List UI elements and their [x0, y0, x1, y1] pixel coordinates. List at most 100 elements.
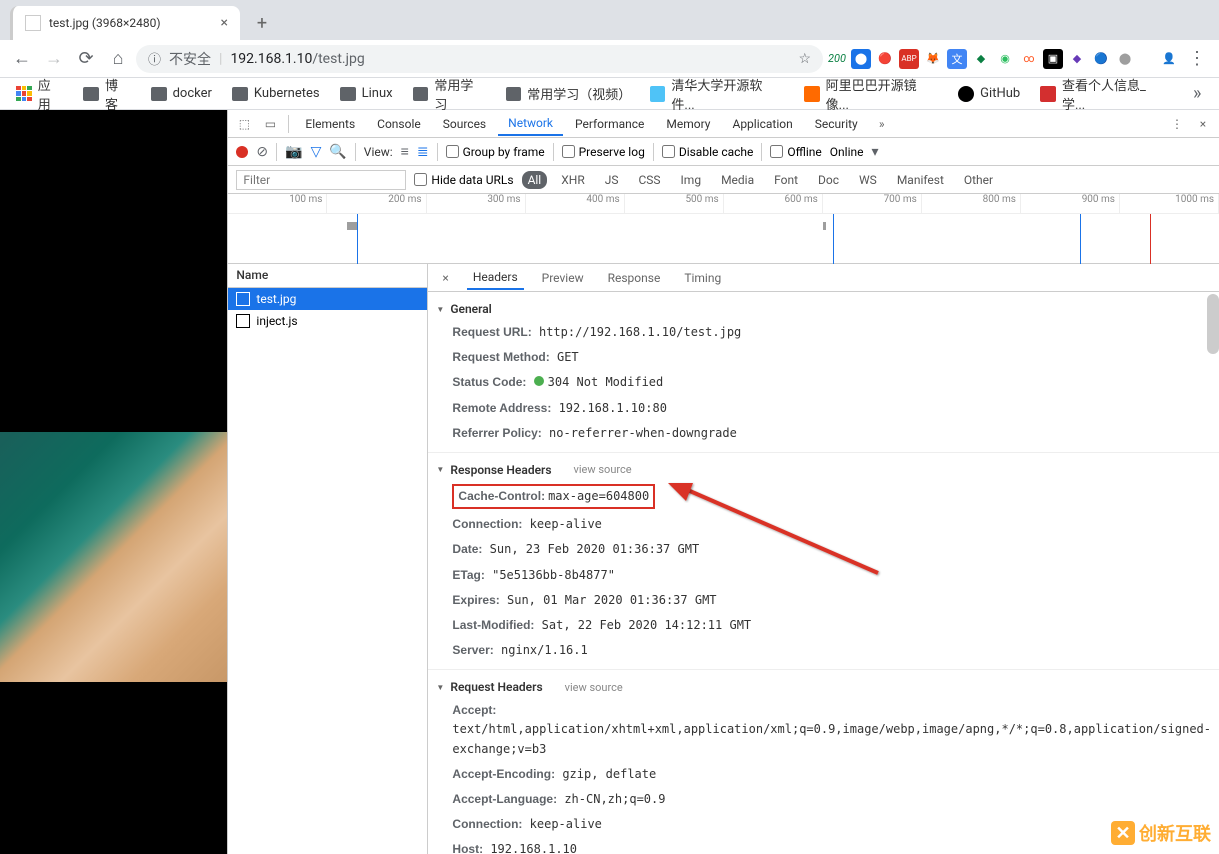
- filter-font[interactable]: Font: [768, 171, 804, 189]
- filter-img[interactable]: Img: [675, 171, 708, 189]
- filter-manifest[interactable]: Manifest: [891, 171, 950, 189]
- section-title-response[interactable]: ▼Response Headersview source: [428, 459, 1219, 481]
- ext-adblock-icon[interactable]: ABP: [899, 49, 919, 69]
- ext-badge-200[interactable]: 200: [827, 49, 847, 69]
- disclosure-icon: ▼: [436, 305, 444, 314]
- file-icon: [236, 292, 250, 306]
- offline-checkbox[interactable]: Offline: [770, 145, 821, 159]
- view-source-link[interactable]: view source: [565, 681, 623, 694]
- timeline-bar: [823, 222, 826, 230]
- detail-tab-preview[interactable]: Preview: [536, 267, 590, 289]
- section-title-request[interactable]: ▼Request Headersview source: [428, 676, 1219, 698]
- folder-icon: [83, 87, 99, 101]
- waterfall-icon[interactable]: ≣: [417, 144, 429, 160]
- insecure-label: 不安全: [169, 49, 211, 69]
- filter-ws[interactable]: WS: [853, 171, 883, 189]
- tab-security[interactable]: Security: [805, 113, 868, 135]
- domcontentloaded-marker: [833, 214, 834, 264]
- bookmarks-overflow-icon[interactable]: »: [1183, 80, 1211, 108]
- ext-grey-icon[interactable]: ⬤: [1115, 49, 1135, 69]
- star-icon[interactable]: ☆: [798, 51, 811, 67]
- github-icon: [958, 86, 974, 102]
- devtools-close-icon[interactable]: ×: [1191, 117, 1215, 131]
- ext-green-icon[interactable]: ◆: [971, 49, 991, 69]
- ext-onepassword-icon[interactable]: ⬤: [851, 49, 871, 69]
- request-item-testjpg[interactable]: test.jpg: [228, 288, 427, 310]
- profile-icon[interactable]: 👤: [1159, 49, 1179, 69]
- back-button[interactable]: ←: [8, 45, 36, 73]
- tab-application[interactable]: Application: [722, 113, 802, 135]
- camera-icon[interactable]: 📷: [285, 144, 302, 160]
- section-title-general[interactable]: ▼General: [428, 298, 1219, 320]
- site-info-icon[interactable]: ⓘ: [148, 49, 161, 68]
- new-tab-button[interactable]: +: [248, 9, 276, 37]
- highlighted-cache-control: Cache-Control: max-age=604800: [452, 484, 655, 509]
- filter-icon[interactable]: ▽: [311, 144, 322, 160]
- filter-input[interactable]: [236, 170, 406, 190]
- url-input[interactable]: ⓘ 不安全 | 192.168.1.10/test.jpg ☆: [136, 45, 823, 73]
- bookmark-folder-studyv[interactable]: 常用学习（视频）: [498, 80, 638, 107]
- tab-console[interactable]: Console: [367, 113, 431, 135]
- tab-elements[interactable]: Elements: [295, 113, 365, 135]
- bookmark-folder-k8s[interactable]: Kubernetes: [224, 82, 328, 105]
- large-rows-icon[interactable]: ≡: [401, 143, 409, 160]
- ext-video-icon[interactable]: ▣: [1043, 49, 1063, 69]
- filter-js[interactable]: JS: [599, 171, 625, 189]
- bookmark-folder-linux[interactable]: Linux: [332, 82, 401, 105]
- clear-icon[interactable]: ⊘: [256, 144, 268, 160]
- disable-cache-checkbox[interactable]: Disable cache: [662, 145, 754, 159]
- tab-favicon: [25, 15, 41, 31]
- tab-performance[interactable]: Performance: [565, 113, 654, 135]
- watermark: ✕ 创新互联: [1111, 820, 1211, 846]
- throttle-dropdown-icon[interactable]: ▾: [872, 144, 879, 160]
- ext-purple-icon[interactable]: ◆: [1067, 49, 1087, 69]
- filter-css[interactable]: CSS: [632, 171, 666, 189]
- reload-button[interactable]: ⟳: [72, 45, 100, 73]
- ext-evernote-icon[interactable]: ◉: [995, 49, 1015, 69]
- inspect-element-icon[interactable]: ⬚: [232, 117, 256, 131]
- scrollbar[interactable]: [1207, 294, 1219, 354]
- preserve-log-checkbox[interactable]: Preserve log: [562, 145, 645, 159]
- bookmark-github[interactable]: GitHub: [950, 82, 1028, 106]
- request-item-injectjs[interactable]: inject.js: [228, 310, 427, 332]
- detail-tab-timing[interactable]: Timing: [678, 267, 727, 289]
- browser-tab[interactable]: test.jpg (3968×2480) ×: [10, 6, 240, 40]
- tab-memory[interactable]: Memory: [656, 113, 720, 135]
- close-tab-icon[interactable]: ×: [221, 15, 228, 31]
- home-button[interactable]: ⌂: [104, 45, 132, 73]
- devtools-panel: ⬚ ▭ Elements Console Sources Network Per…: [227, 110, 1219, 854]
- detail-tab-response[interactable]: Response: [602, 267, 667, 289]
- page-viewport: [0, 110, 227, 854]
- filter-doc[interactable]: Doc: [812, 171, 845, 189]
- file-icon: [236, 314, 250, 328]
- network-timeline[interactable]: 100 ms 200 ms 300 ms 400 ms 500 ms 600 m…: [228, 194, 1219, 264]
- ext-infinity-icon[interactable]: ∞: [1019, 49, 1039, 69]
- detail-tab-headers[interactable]: Headers: [467, 266, 524, 290]
- bookmark-folder-docker[interactable]: docker: [143, 82, 220, 105]
- record-button[interactable]: [236, 146, 248, 158]
- kebab-menu-icon[interactable]: ⋮: [1183, 45, 1211, 73]
- search-icon[interactable]: 🔍: [329, 144, 346, 160]
- filter-other[interactable]: Other: [958, 171, 999, 189]
- ext-ff-icon[interactable]: 🦊: [923, 49, 943, 69]
- hide-data-urls-checkbox[interactable]: Hide data URLs: [414, 173, 513, 187]
- ext-translate-icon[interactable]: 文: [947, 49, 967, 69]
- devtools-settings-icon[interactable]: ⋮: [1165, 117, 1189, 131]
- forward-button[interactable]: →: [40, 45, 68, 73]
- request-detail-pane: × Headers Preview Response Timing ▼Gener…: [428, 264, 1219, 854]
- ext-chrome-icon[interactable]: 🔴: [875, 49, 895, 69]
- filter-media[interactable]: Media: [715, 171, 760, 189]
- view-source-link[interactable]: view source: [574, 463, 632, 476]
- close-detail-icon[interactable]: ×: [436, 271, 454, 285]
- ext-rainbow-icon[interactable]: 🔵: [1091, 49, 1111, 69]
- network-toolbar: ⊘ 📷 ▽ 🔍 View: ≡ ≣ Group by frame Preserv…: [228, 138, 1219, 166]
- group-by-frame-checkbox[interactable]: Group by frame: [446, 145, 545, 159]
- device-toggle-icon[interactable]: ▭: [258, 117, 282, 131]
- tab-network[interactable]: Network: [498, 112, 563, 136]
- filter-xhr[interactable]: XHR: [555, 171, 590, 189]
- filter-all[interactable]: All: [522, 171, 548, 189]
- online-select[interactable]: Online: [830, 145, 864, 159]
- more-tabs-icon[interactable]: »: [870, 117, 894, 131]
- tab-sources[interactable]: Sources: [433, 113, 496, 135]
- favicon-icon: [650, 86, 666, 102]
